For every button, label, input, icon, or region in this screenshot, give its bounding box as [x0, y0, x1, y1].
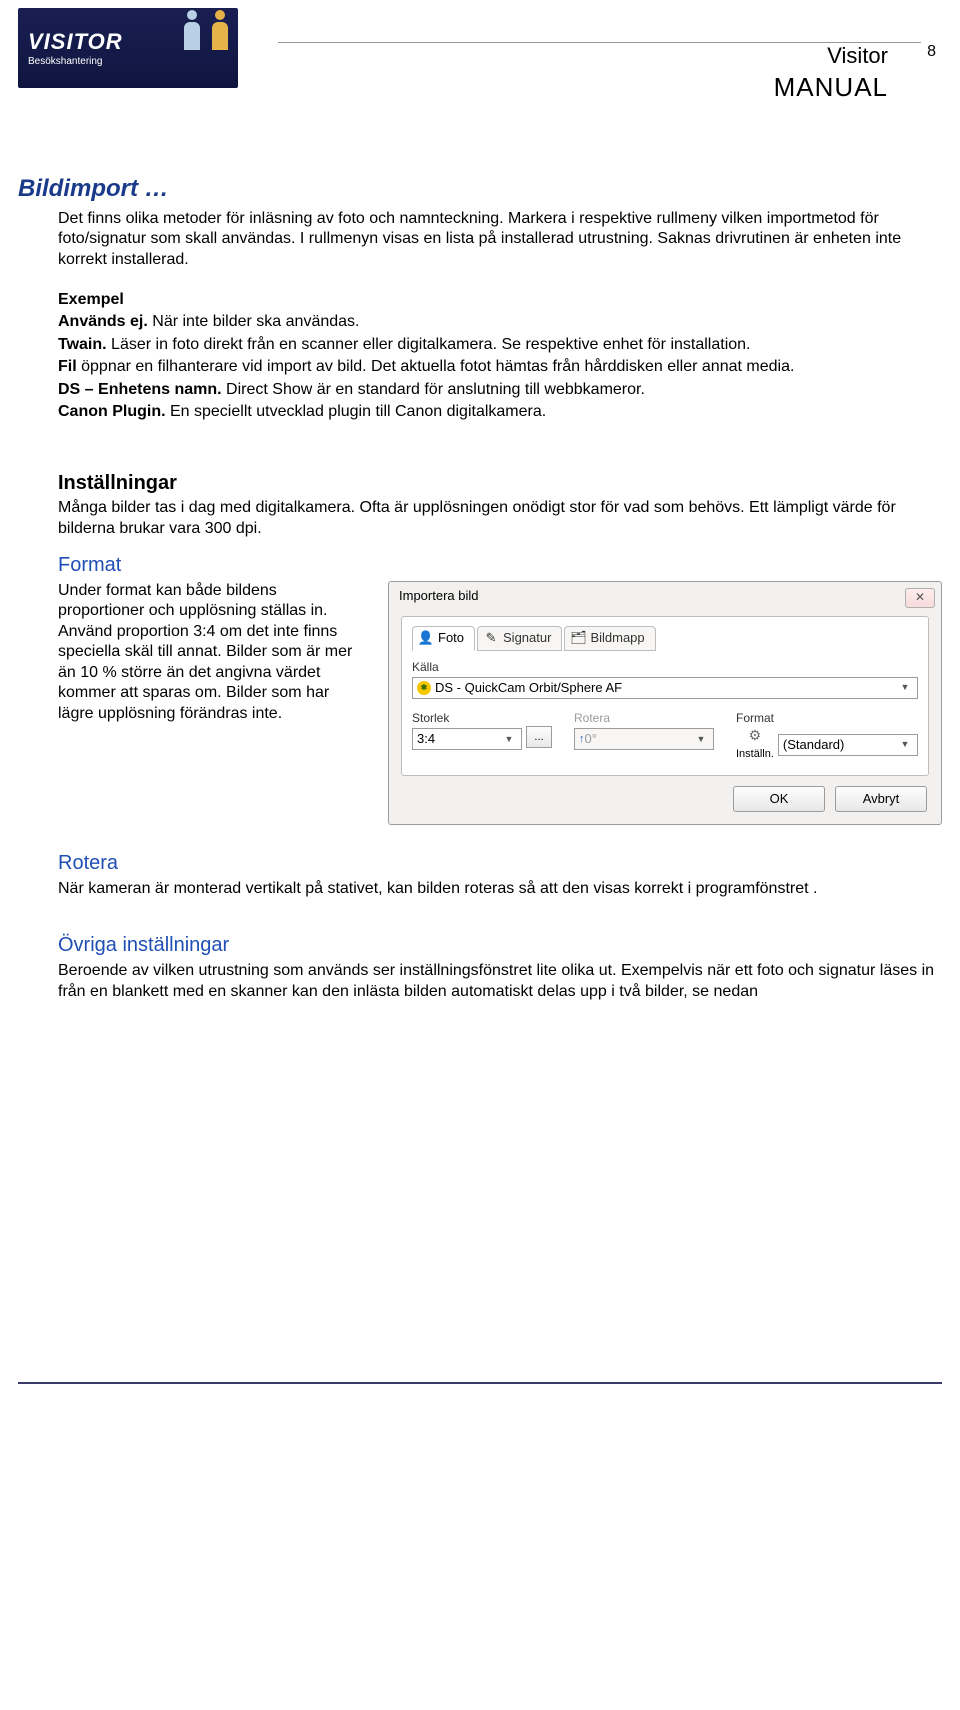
combo-format[interactable]: (Standard) ▼: [778, 734, 918, 756]
item-ds: DS – Enhetens namn. Direct Show är en st…: [58, 380, 942, 400]
label-format: Format: [736, 711, 918, 726]
label-rotera: Rotera: [574, 711, 714, 726]
tab-foto[interactable]: 👤 Foto: [412, 626, 475, 651]
ds-icon: ✱: [417, 681, 431, 695]
item-twain: Twain. Läser in foto direkt från en scan…: [58, 335, 942, 355]
heading-bildimport: Bildimport …: [18, 174, 942, 205]
page-header: VISITOR Besökshantering 8 Visitor MANUAL: [18, 0, 942, 104]
heading-installningar: Inställningar: [58, 471, 942, 497]
ok-button[interactable]: OK: [733, 786, 825, 812]
heading-ovriga: Övriga inställningar: [58, 933, 942, 959]
chevron-down-icon: ▼: [897, 682, 913, 694]
logo-subtitle: Besökshantering: [28, 56, 123, 69]
intro-paragraph: Det finns olika metoder för inläsning av…: [58, 209, 942, 270]
header-manual-label: MANUAL: [774, 71, 888, 104]
logo-people-icon: [180, 10, 232, 70]
paragraph-installningar: Många bilder tas i dag med digitalkamera…: [58, 498, 942, 539]
label-storlek: Storlek: [412, 711, 552, 726]
cancel-button[interactable]: Avbryt: [835, 786, 927, 812]
close-icon[interactable]: ✕: [905, 588, 935, 608]
logo-title: VISITOR: [28, 28, 123, 56]
chevron-down-icon: ▼: [693, 734, 709, 746]
dialog-tabs: 👤 Foto ✎ Signatur 🗂 Bildmapp: [412, 625, 918, 650]
page-number: 8: [927, 42, 936, 62]
tab-signatur[interactable]: ✎ Signatur: [477, 626, 562, 651]
footer-rule: [18, 1382, 942, 1384]
paragraph-rotera: När kameran är monterad vertikalt på sta…: [58, 879, 942, 899]
item-fil: Fil öppnar en filhanterare vid import av…: [58, 357, 942, 377]
item-canon: Canon Plugin. En speciellt utvecklad plu…: [58, 402, 942, 422]
dialog-title: Importera bild: [399, 588, 478, 605]
label-exempel: Exempel: [58, 290, 942, 310]
paragraph-format: Under format kan både bildens proportion…: [58, 581, 358, 724]
signature-icon: ✎: [484, 631, 498, 645]
label-kalla: Källa: [412, 660, 918, 675]
tab-bildmapp[interactable]: 🗂 Bildmapp: [564, 626, 655, 651]
chevron-down-icon: ▼: [897, 739, 913, 751]
person-icon: 👤: [419, 631, 433, 645]
header-visitor-label: Visitor: [827, 42, 888, 70]
heading-format: Format: [58, 553, 942, 579]
folder-icon: 🗂: [571, 631, 585, 645]
gear-icon: ⚙: [745, 726, 765, 746]
browse-button[interactable]: ...: [526, 726, 552, 748]
import-image-dialog: Importera bild ✕ 👤 Foto ✎ Signatur 🗂 Bil: [388, 581, 942, 825]
combo-kalla[interactable]: ✱ DS - QuickCam Orbit/Sphere AF ▼: [412, 677, 918, 699]
combo-rotera: ↑ 0° ▼: [574, 728, 714, 750]
paragraph-ovriga: Beroende av vilken utrustning som använd…: [58, 961, 942, 1002]
combo-storlek[interactable]: 3:4 ▼: [412, 728, 522, 750]
chevron-down-icon: ▼: [501, 734, 517, 746]
settings-button[interactable]: ⚙ Inställn.: [736, 726, 774, 761]
item-anvands-ej: Används ej. När inte bilder ska användas…: [58, 312, 942, 332]
logo: VISITOR Besökshantering: [18, 8, 238, 88]
heading-rotera: Rotera: [58, 851, 942, 877]
